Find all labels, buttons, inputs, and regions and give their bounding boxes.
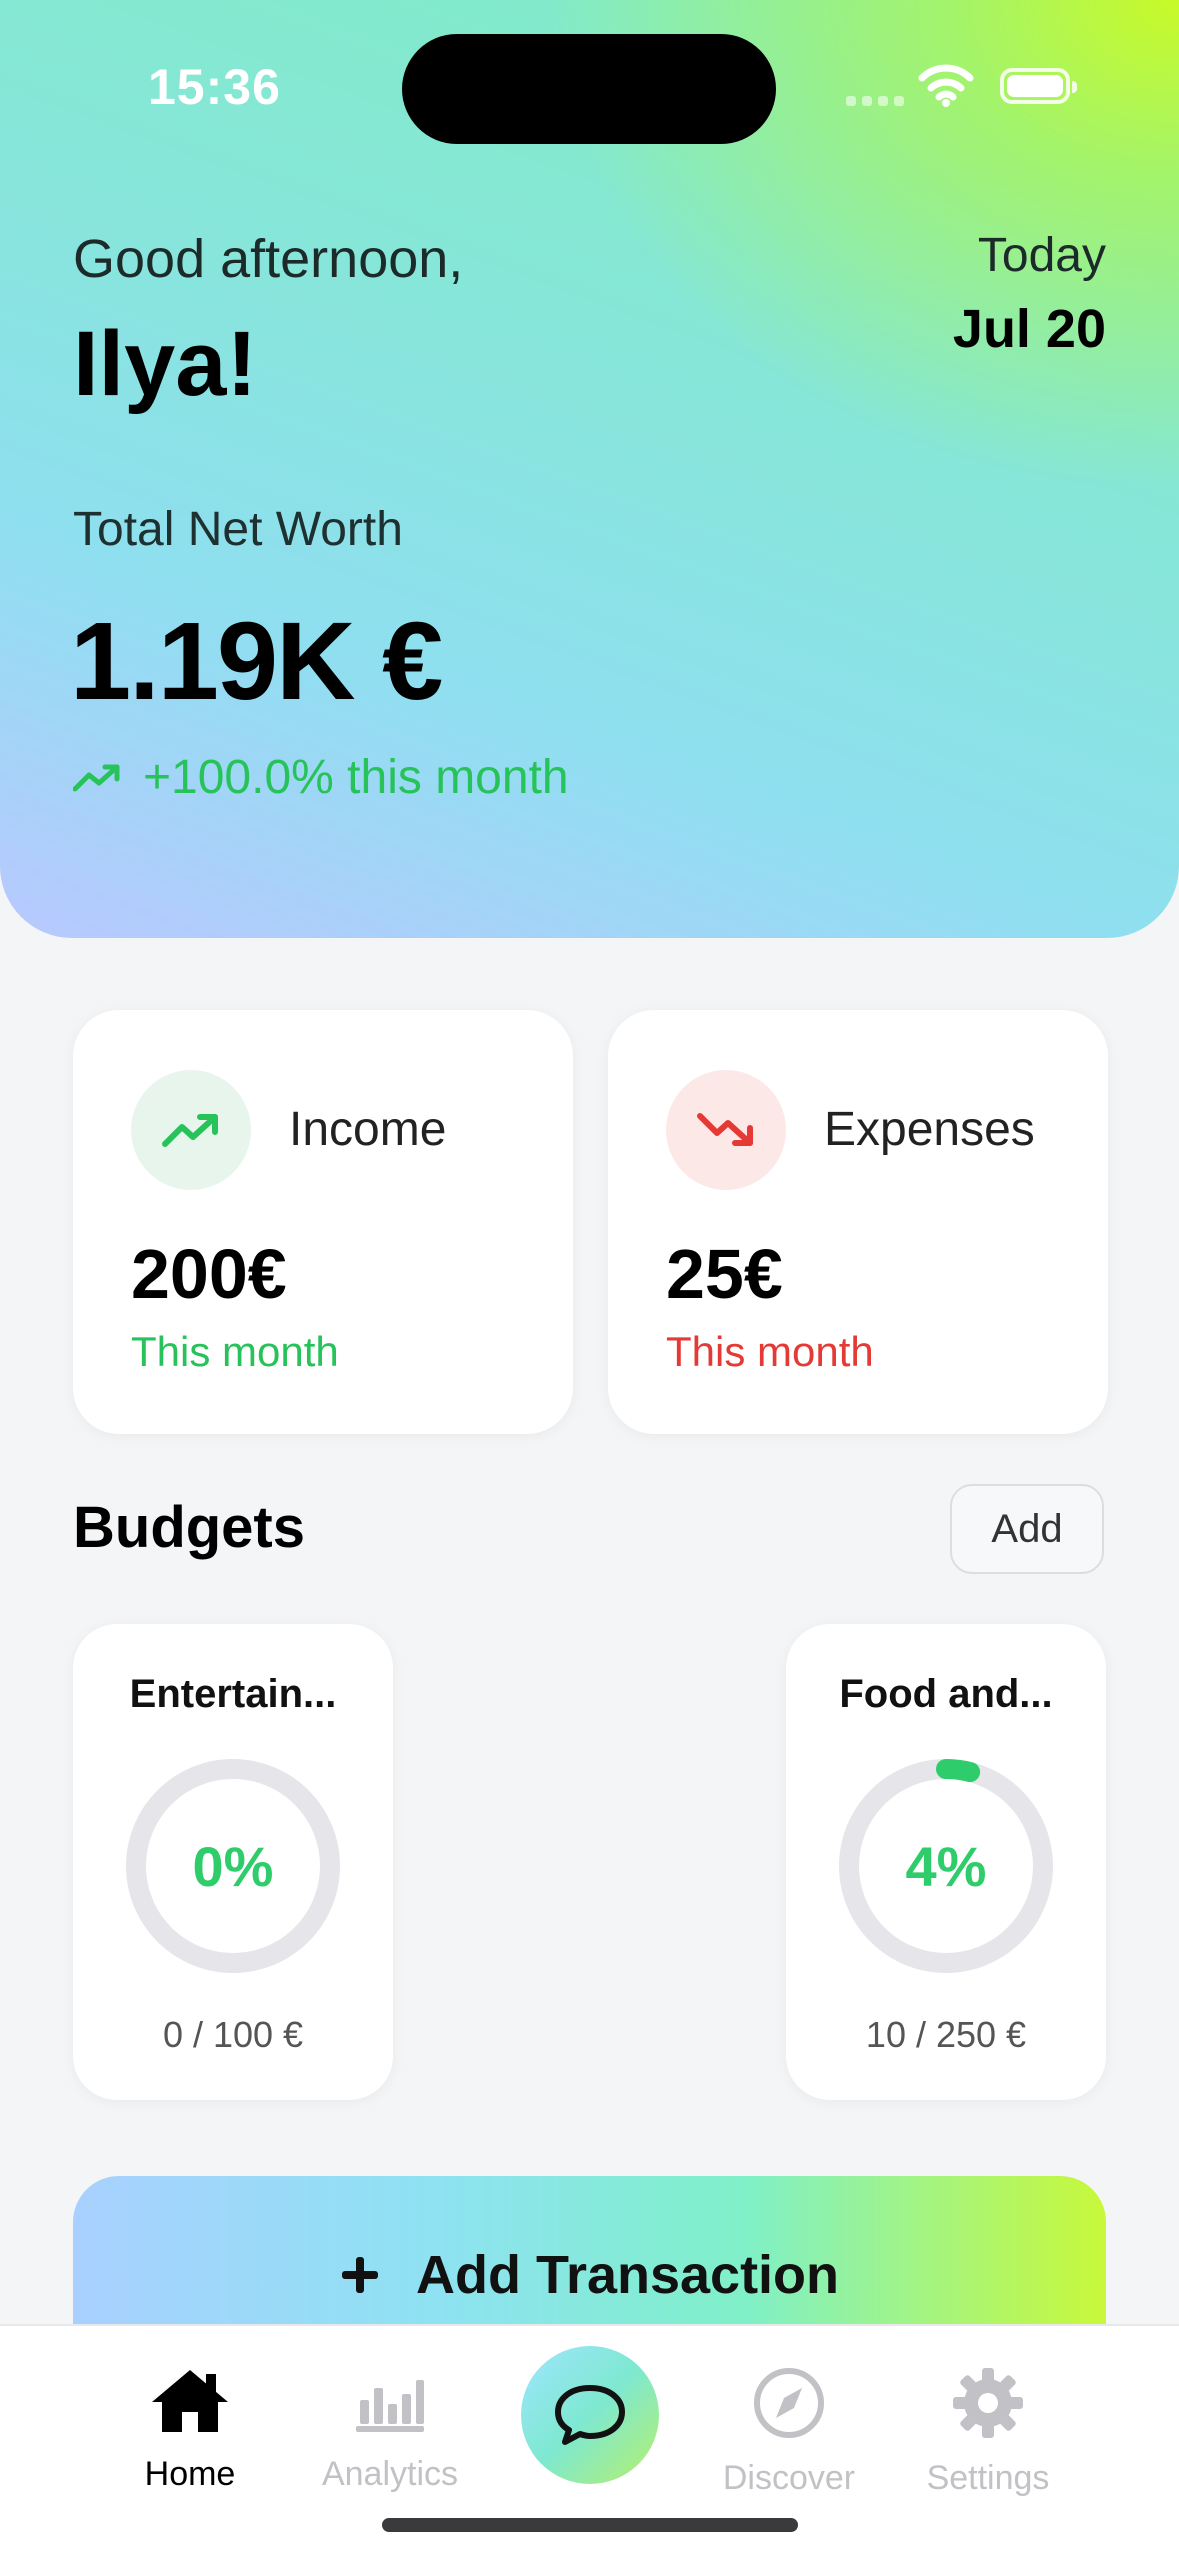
plus-icon [341,2257,378,2293]
income-period: This month [131,1328,339,1375]
tab-home[interactable]: Home [110,2366,270,2494]
expenses-period: This month [666,1328,874,1375]
today-label: Today [977,229,1106,282]
add-transaction-label: Add Transaction [415,2245,840,2305]
tab-settings[interactable]: Settings [908,2366,1068,2498]
budget-percent: 0% [192,1835,274,1898]
home-icon [152,2370,228,2432]
budget-card[interactable]: Entertain... 0% 0 / 100 € [73,1624,393,2100]
home-indicator [382,2518,798,2532]
trend-text: +100.0% this month [143,751,569,804]
trending-up-icon [162,1114,218,1147]
budget-name: Food and... [839,1672,1053,1716]
net-worth-trend: +100.0% this month [73,750,569,805]
net-worth-label: Total Net Worth [73,503,403,556]
expenses-amount: 25€ [666,1235,783,1313]
assistant-chat-button[interactable] [521,2346,659,2484]
chat-bubble-icon [555,2385,625,2445]
tab-discover[interactable]: Discover [709,2366,869,2498]
expenses-card[interactable]: Expenses 25€ This month [608,1010,1108,1434]
user-name: Ilya! [73,313,258,415]
budget-name: Entertain... [129,1672,337,1716]
compass-icon [754,2368,824,2438]
status-time: 15:36 [148,59,281,115]
budgets-heading: Budgets [73,1495,305,1560]
tab-label: Settings [926,2459,1050,2497]
income-card[interactable]: Income 200€ This month [73,1010,573,1434]
trending-up-icon [73,764,120,791]
tab-analytics[interactable]: Analytics [310,2366,470,2494]
income-amount: 200€ [131,1235,287,1313]
net-worth-value: 1.19K € [70,600,443,723]
expenses-title: Expenses [824,1103,1035,1156]
expenses-icon-badge [666,1070,786,1190]
budget-card[interactable]: Food and... 4% 10 / 250 € [786,1624,1106,2100]
header-hero: 15:36 Good afternoon, Ilya! Today Jul 20… [0,0,1179,938]
wifi-icon [918,64,974,107]
income-icon-badge [131,1070,251,1190]
add-budget-button[interactable]: Add [950,1484,1104,1574]
income-title: Income [289,1103,447,1156]
budget-amount: 0 / 100 € [162,2014,304,2055]
cellular-signal-icon [846,96,904,110]
gear-icon [953,2368,1023,2438]
tab-label: Home [144,2455,236,2493]
trending-down-icon [697,1113,753,1146]
tab-label: Discover [722,2459,856,2497]
battery-icon [1000,68,1077,104]
dynamic-island [402,34,776,144]
budget-amount: 10 / 250 € [865,2014,1027,2055]
budget-percent: 4% [905,1835,987,1898]
chart-bars-icon [356,2380,424,2432]
today-date: Jul 20 [952,299,1106,359]
tab-label: Analytics [321,2455,459,2493]
greeting-text: Good afternoon, [73,229,464,289]
